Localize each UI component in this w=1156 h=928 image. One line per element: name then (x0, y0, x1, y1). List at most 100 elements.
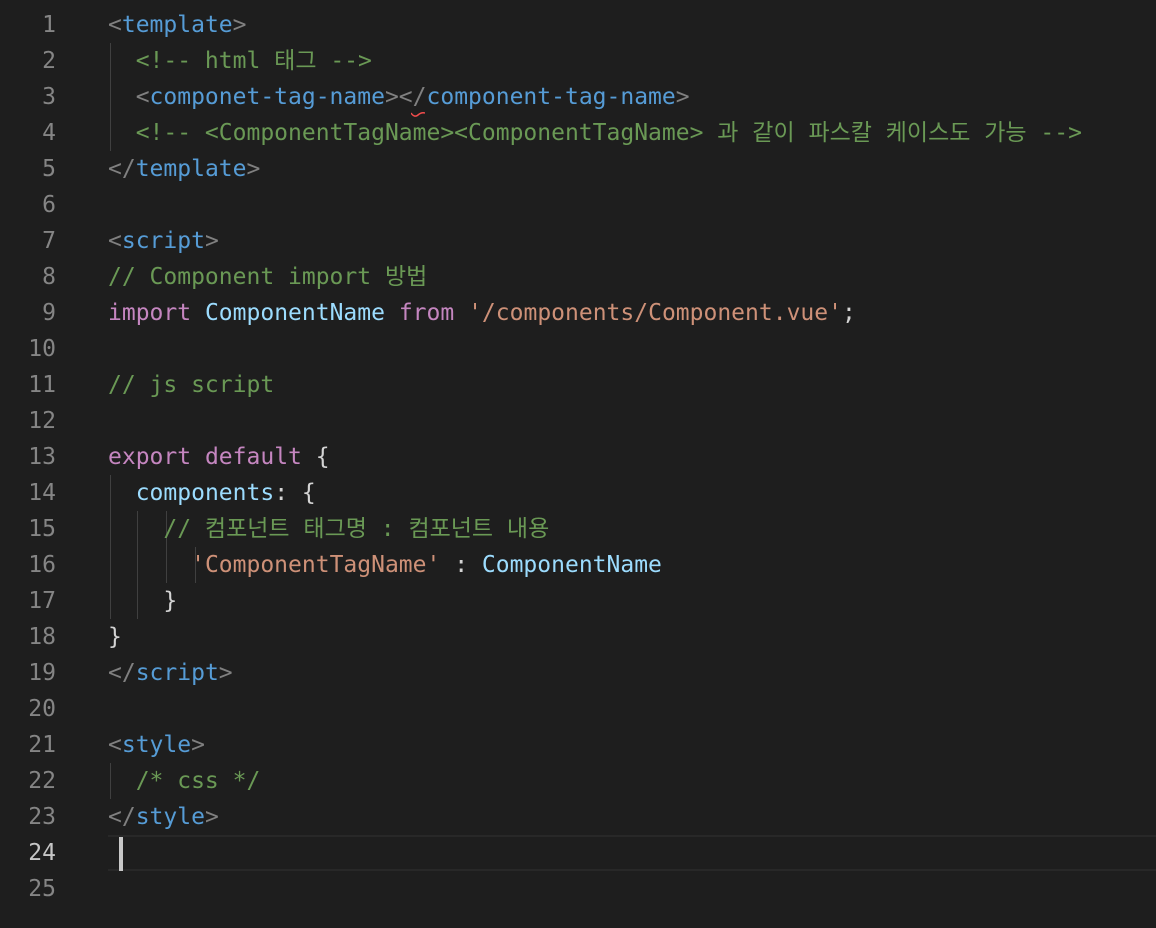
code-text: </template> (108, 151, 260, 187)
code-line[interactable]: 20 (0, 691, 1156, 727)
code-token: /* css */ (108, 768, 261, 794)
code-text: <style> (108, 727, 205, 763)
code-line[interactable]: 23 </style> (0, 799, 1156, 835)
code-token: ComponentName (204, 300, 385, 326)
code-line[interactable]: 15 // 컴포넌트 태그명 : 컴포넌트 내용 (0, 511, 1156, 547)
code-line[interactable]: 11 // js script (0, 367, 1156, 403)
line-number: 20 (28, 696, 56, 722)
code-token: { (301, 480, 316, 506)
code-token: </ (108, 156, 136, 182)
line-number: 14 (28, 480, 56, 506)
line-number: 13 (28, 444, 56, 470)
code-line[interactable]: 22 /* css */ (0, 763, 1156, 799)
code-text: 'ComponentTagName' : ComponentName (108, 547, 662, 583)
line-number: 1 (42, 12, 56, 38)
code-line[interactable]: 17 } (0, 583, 1156, 619)
code-token: > (204, 804, 219, 830)
code-line[interactable]: 9 import ComponentName from '/components/… (0, 295, 1156, 331)
code-token: ></ (384, 84, 427, 110)
code-token: <!-- <ComponentTagName><ComponentTagName… (108, 120, 1082, 146)
line-number: 5 (42, 156, 56, 182)
code-line[interactable]: 7 <script> (0, 223, 1156, 259)
line-number: 12 (28, 408, 56, 434)
code-token: > (191, 732, 205, 758)
code-token: { (315, 444, 330, 470)
code-token: < (108, 84, 150, 110)
code-token: script (135, 660, 219, 686)
line-number: 19 (28, 660, 56, 686)
code-line[interactable]: 6 (0, 187, 1156, 223)
code-token: ; (841, 300, 856, 326)
code-line[interactable]: 8 // Component import 방법 (0, 259, 1156, 295)
code-text: } (108, 619, 122, 655)
code-line[interactable]: 16 'ComponentTagName' : ComponentName (0, 547, 1156, 583)
code-token: </ (108, 660, 136, 686)
code-text: <!-- html 태그 --> (108, 43, 372, 79)
code-line[interactable]: 24 (0, 835, 1156, 871)
code-token: default (204, 444, 302, 470)
code-text: <template> (108, 7, 247, 43)
code-line[interactable]: 5 </template> (0, 151, 1156, 187)
code-token: componet-tag-name (149, 84, 385, 110)
code-token: > (218, 660, 233, 686)
code-token: import (108, 300, 192, 326)
code-token: component-tag-name (426, 84, 676, 110)
code-editor[interactable]: 1 <template> 2 <!-- html 태그 --> 3 <componet… (0, 0, 1156, 928)
code-token: 'ComponentTagName' (191, 552, 441, 578)
code-text: import ComponentName from '/components/C… (108, 295, 856, 331)
code-text: <!-- <ComponentTagName><ComponentTagName… (108, 115, 1082, 151)
code-line[interactable]: 18} (0, 619, 1156, 655)
code-line[interactable]: 12 (0, 403, 1156, 439)
code-text: } (108, 583, 177, 619)
code-token: script (121, 228, 205, 254)
line-number: 10 (28, 336, 56, 362)
code-line[interactable]: 4 <!-- <ComponentTagName><ComponentTagNa… (0, 115, 1156, 151)
code-token: style (121, 732, 192, 758)
code-token: > (204, 228, 219, 254)
code-token: : (274, 480, 302, 506)
line-number: 15 (28, 516, 56, 542)
code-token: export (108, 444, 192, 470)
line-number: 24 (28, 840, 56, 866)
code-text: // 컴포넌트 태그명 : 컴포넌트 내용 (108, 511, 549, 547)
line-number: 2 (42, 48, 56, 74)
code-line[interactable]: 19 </script> (0, 655, 1156, 691)
code-token: // js script (108, 372, 275, 398)
code-token: style (135, 804, 205, 830)
code-line[interactable]: 21 <style> (0, 727, 1156, 763)
code-line[interactable]: 25 (0, 871, 1156, 907)
code-token: </ (108, 804, 136, 830)
line-number: 25 (28, 876, 56, 902)
text-cursor (119, 837, 123, 871)
code-token: < (108, 228, 122, 254)
code-text: </style> (108, 799, 219, 835)
code-token: ComponentName (481, 552, 662, 578)
code-line[interactable]: 1 <template> (0, 7, 1156, 43)
code-token: < (108, 12, 122, 38)
code-text: // js script (108, 367, 274, 403)
code-token: } (108, 588, 178, 614)
code-text: <componet-tag-name></component-tag-name> (108, 79, 690, 115)
code-token: } (108, 624, 122, 650)
line-number: 22 (28, 768, 56, 794)
code-line[interactable]: 3 <componet-tag-name></component-tag-nam… (0, 79, 1156, 115)
code-line[interactable]: 2 <!-- html 태그 --> (0, 43, 1156, 79)
code-text: // Component import 방법 (108, 259, 427, 295)
code-token: > (675, 84, 690, 110)
code-text: /* css */ (108, 763, 261, 799)
code-token: <!-- html 태그 --> (108, 48, 372, 74)
line-number: 21 (28, 732, 56, 758)
line-number: 23 (28, 804, 56, 830)
code-text: <script> (108, 223, 219, 259)
code-line[interactable]: 10 (0, 331, 1156, 367)
code-token: > (246, 156, 261, 182)
code-token: '/components/Component.vue' (468, 300, 842, 326)
code-line[interactable]: 13 export default { (0, 439, 1156, 475)
code-text: export default { (108, 439, 330, 475)
code-line[interactable]: 14 components: { (0, 475, 1156, 511)
